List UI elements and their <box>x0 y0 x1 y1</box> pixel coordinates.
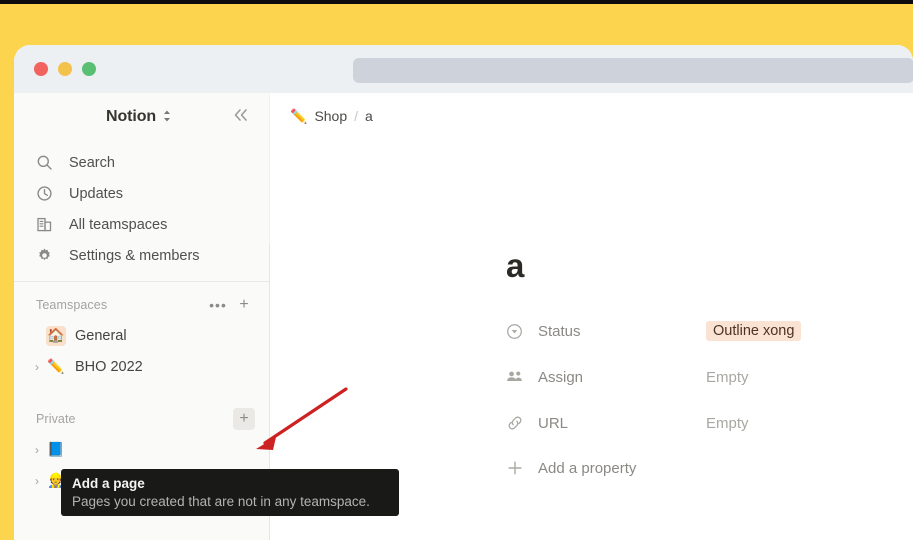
add-property-label: Add a property <box>538 459 637 477</box>
tooltip-description: Pages you created that are not in any te… <box>72 494 370 509</box>
breadcrumb-separator: / <box>354 108 359 124</box>
chevron-right-icon[interactable]: › <box>28 443 46 457</box>
blue-book-icon: 📘 <box>47 441 65 457</box>
chevron-up-down-icon <box>162 109 172 125</box>
property-row-assign: Assign Empty <box>506 354 913 400</box>
private-add-page-button[interactable]: + <box>233 408 255 430</box>
teamspace-item-bho-2022[interactable]: › ✏️ BHO 2022 <box>14 351 269 382</box>
workspace-switcher[interactable]: Notion <box>106 108 172 126</box>
property-name: Status <box>538 322 581 340</box>
add-property-button[interactable]: Add a property <box>506 446 913 490</box>
teamspaces-more-button[interactable]: ••• <box>207 294 229 316</box>
circle-chevron-down-icon <box>506 323 526 340</box>
sidebar-item-search[interactable]: Search <box>14 147 269 178</box>
property-value-url[interactable]: Empty <box>706 415 749 432</box>
property-row-url: URL Empty <box>506 400 913 446</box>
sidebar-item-label: Updates <box>69 185 124 202</box>
property-name: Assign <box>538 368 584 386</box>
browser-chrome <box>14 45 913 93</box>
property-value-assign[interactable]: Empty <box>706 369 749 386</box>
link-icon <box>506 414 526 432</box>
sidebar-nav-list: Search Updates All teamspaces Settings &… <box>14 141 269 271</box>
sidebar-item-label: Search <box>69 154 115 171</box>
property-value-status[interactable]: Outline xong <box>706 321 802 341</box>
plus-icon <box>506 459 526 477</box>
teamspace-item-label: BHO 2022 <box>75 358 143 375</box>
property-name: URL <box>538 414 569 432</box>
page-body: a Status Outline xong Assign Empty URL E… <box>270 139 913 490</box>
teamspace-item-general[interactable]: 🏠 General <box>14 320 269 351</box>
teamspaces-section-header: Teamspaces ••• + <box>14 290 269 320</box>
workspace-header: Notion <box>14 93 269 141</box>
top-black-strip <box>0 0 913 4</box>
maximize-window-button[interactable] <box>82 62 96 76</box>
address-bar[interactable] <box>353 58 913 83</box>
teamspaces-title: Teamspaces <box>36 298 108 312</box>
teamspaces-add-button[interactable]: + <box>233 294 255 316</box>
sidebar-item-label: All teamspaces <box>69 216 168 233</box>
sidebar-item-settings-members[interactable]: Settings & members <box>14 240 269 271</box>
pencil-icon: ✏️ <box>47 358 65 374</box>
teamspace-item-label: General <box>75 327 127 344</box>
sidebar-divider <box>14 281 269 282</box>
pencil-icon: ✏️ <box>290 107 308 124</box>
workspace-name: Notion <box>106 108 157 125</box>
property-row-status: Status Outline xong <box>506 308 913 354</box>
property-label-assign[interactable]: Assign <box>506 369 706 386</box>
status-badge: Outline xong <box>706 321 802 341</box>
chevron-double-left-icon <box>234 109 247 121</box>
sidebar-item-label: Settings & members <box>69 247 200 264</box>
private-section-header: Private + <box>14 404 269 434</box>
clock-icon <box>36 185 56 202</box>
minimize-window-button[interactable] <box>58 62 72 76</box>
sidebar-item-updates[interactable]: Updates <box>14 178 269 209</box>
property-label-status[interactable]: Status <box>506 323 706 340</box>
collapse-sidebar-button[interactable] <box>231 107 253 127</box>
traffic-lights <box>34 62 96 76</box>
screenshot-root: Notion Search Updates All teamspaces Set… <box>0 0 913 540</box>
teamspaces-actions: ••• + <box>207 294 255 316</box>
private-actions: + <box>233 408 255 430</box>
private-item-1[interactable]: › 📘 <box>14 434 269 465</box>
page-title[interactable]: a <box>506 249 913 282</box>
breadcrumb: ✏️ Shop / a <box>270 93 913 139</box>
search-icon <box>36 154 56 171</box>
chevron-right-icon[interactable]: › <box>28 474 46 488</box>
gear-icon <box>36 247 56 264</box>
private-title: Private <box>36 412 76 426</box>
browser-window: Notion Search Updates All teamspaces Set… <box>14 45 913 540</box>
chevron-right-icon[interactable]: › <box>28 360 46 374</box>
close-window-button[interactable] <box>34 62 48 76</box>
property-label-url[interactable]: URL <box>506 414 706 432</box>
breadcrumb-item-shop[interactable]: Shop <box>314 108 347 124</box>
tooltip: Add a page Pages you created that are no… <box>61 469 399 516</box>
sidebar-item-all-teamspaces[interactable]: All teamspaces <box>14 209 269 240</box>
people-icon <box>506 369 526 385</box>
tooltip-title: Add a page <box>72 476 145 491</box>
breadcrumb-item-a[interactable]: a <box>365 108 373 124</box>
building-icon <box>36 216 56 233</box>
home-icon: 🏠 <box>46 325 66 346</box>
